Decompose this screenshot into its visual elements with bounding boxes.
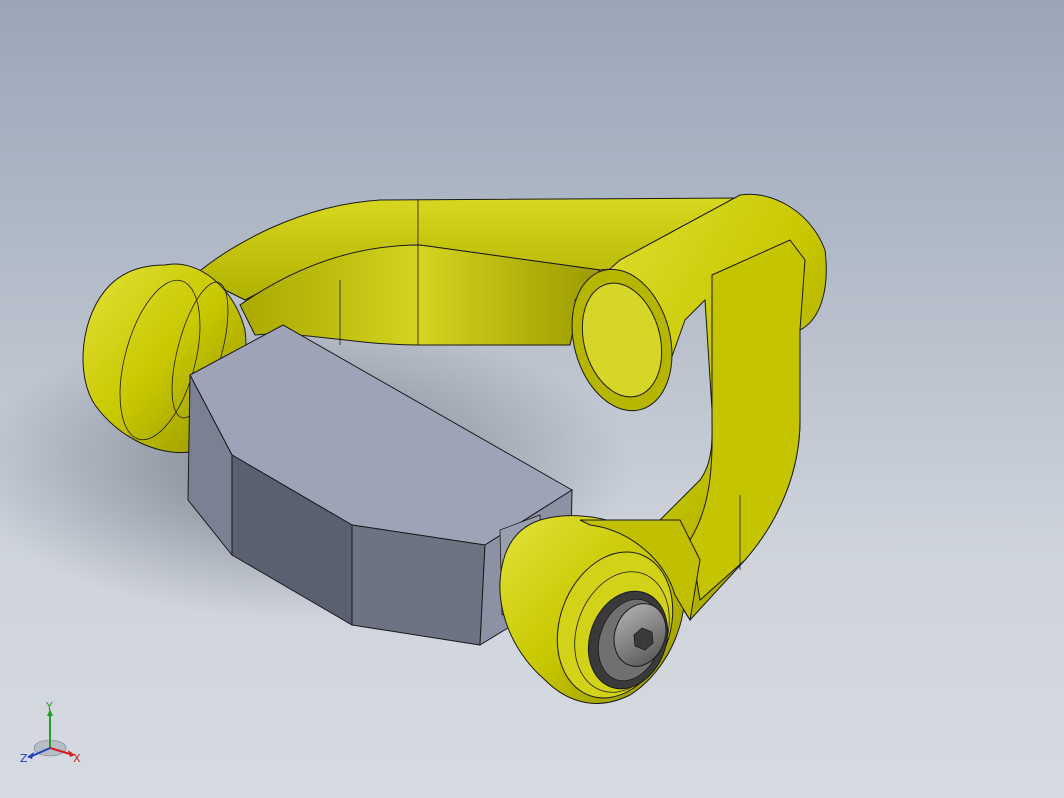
triad-y-label: Y xyxy=(45,700,53,713)
graphics-viewport[interactable]: Y X Z xyxy=(0,0,1064,798)
triad-z-label: Z xyxy=(20,752,28,765)
block-face-3 xyxy=(351,524,486,646)
orientation-triad[interactable]: Y X Z xyxy=(18,700,88,772)
shackle-3d-model[interactable] xyxy=(0,0,1064,798)
triad-x-label: X xyxy=(73,752,81,765)
